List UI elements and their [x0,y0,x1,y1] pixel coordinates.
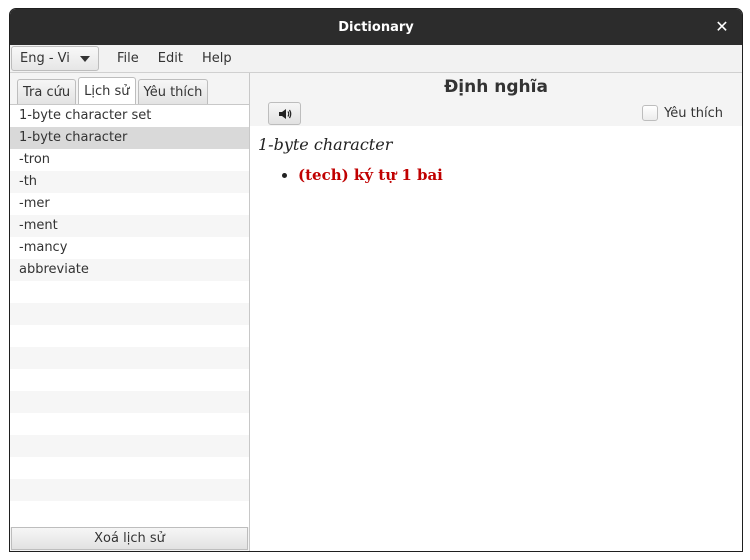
menu-bar: Eng - Vi File Edit Help [10,45,742,73]
close-button[interactable]: ✕ [712,17,732,37]
definition-title: Định nghĩa [444,77,548,97]
menu-help[interactable]: Help [202,51,232,66]
checkbox-box[interactable] [642,105,659,121]
history-item[interactable]: 1-byte character [10,127,249,149]
empty-row [10,413,249,435]
language-select[interactable]: Eng - Vi [11,46,99,71]
empty-row [10,457,249,479]
clear-history-button[interactable]: Xoá lịch sử [11,527,248,550]
history-item[interactable]: -th [10,171,249,193]
history-list[interactable]: 1-byte character set 1-byte character -tro… [10,104,249,527]
empty-row [10,479,249,501]
meaning-list: (tech) ký tự 1 bai [258,166,734,184]
chevron-down-icon [80,55,90,62]
history-item[interactable]: -mancy [10,237,249,259]
tab-bar: Tra cứu Lịch sử Yêu thích [10,73,249,104]
definition-header: Định nghĩa Yêu thích [250,73,742,126]
definition-panel: Định nghĩa Yêu thích 1-byte character (t… [250,73,742,551]
meaning-item: (tech) ký tự 1 bai [298,166,734,184]
empty-row [10,369,249,391]
history-item[interactable]: -ment [10,215,249,237]
app-window: Dictionary ✕ Eng - Vi File Edit Help Tra… [9,8,743,552]
empty-row [10,281,249,303]
tab-lookup[interactable]: Tra cứu [17,79,77,104]
history-item[interactable]: -mer [10,193,249,215]
title-bar: Dictionary ✕ [10,9,742,45]
speaker-icon [278,108,291,119]
favorite-label: Yêu thích [664,105,723,121]
language-select-value: Eng - Vi [20,51,70,66]
favorite-checkbox[interactable]: Yêu thích [642,105,723,121]
empty-row [10,435,249,457]
menu-edit[interactable]: Edit [158,51,183,66]
left-panel: Tra cứu Lịch sử Yêu thích 1-byte charact… [10,73,250,551]
empty-row [10,325,249,347]
close-icon: ✕ [715,17,729,36]
menu-file[interactable]: File [117,51,139,66]
empty-row [10,501,249,523]
headword: 1-byte character [258,135,393,154]
window-title: Dictionary [338,19,414,35]
history-item[interactable]: abbreviate [10,259,249,281]
history-item[interactable]: -tron [10,149,249,171]
tab-favorites[interactable]: Yêu thích [137,79,209,104]
empty-row [10,347,249,369]
definition-content: 1-byte character (tech) ký tự 1 bai [258,135,734,184]
history-item[interactable]: 1-byte character set [10,105,249,127]
tab-history[interactable]: Lịch sử [78,77,136,104]
pronounce-button[interactable] [268,102,301,125]
empty-row [10,303,249,325]
empty-row [10,391,249,413]
